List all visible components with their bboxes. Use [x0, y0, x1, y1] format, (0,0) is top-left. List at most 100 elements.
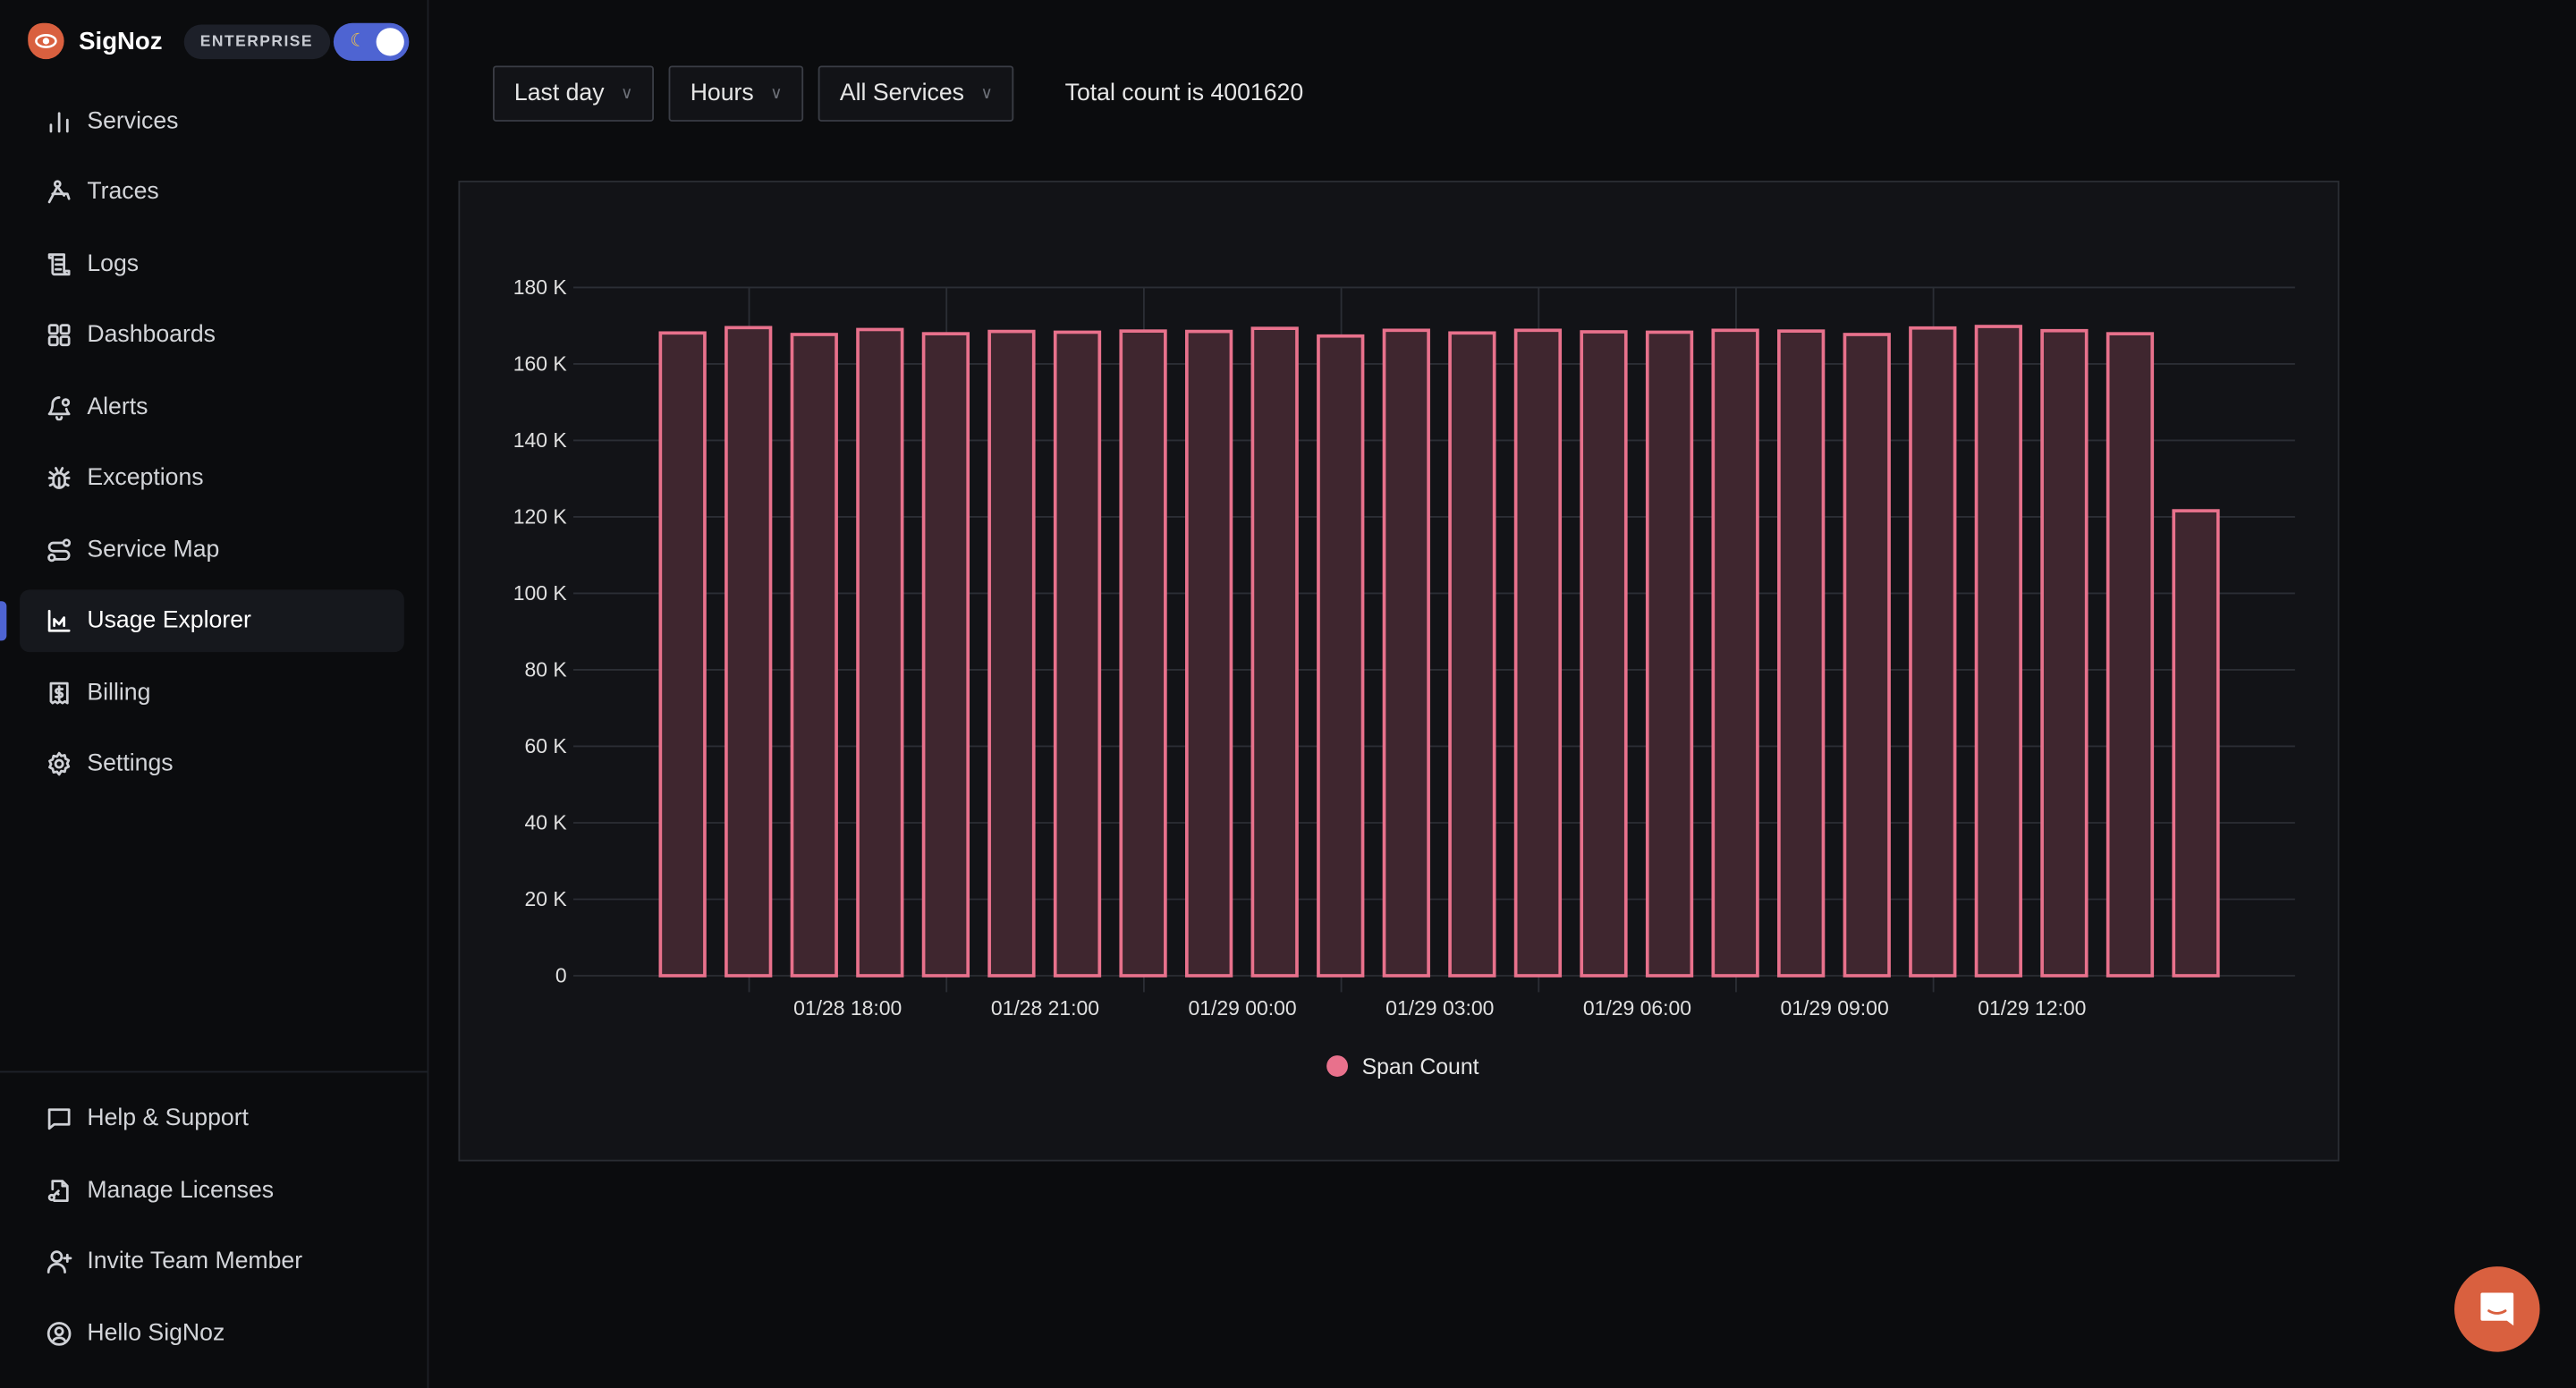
sidebar-item-label: Hello SigNoz: [87, 1320, 225, 1348]
bar-span-count[interactable]: [1580, 330, 1628, 978]
total-count: Total count is 4001620: [1064, 80, 1304, 107]
traces-icon: [45, 177, 74, 207]
bar-span-count[interactable]: [1777, 329, 1826, 978]
chart-card: 0 20 K 40 K 60 K 80 K 100 K 120 K 140 K 160 K 180…: [458, 181, 2340, 1162]
bar-span-count[interactable]: [1711, 328, 1759, 978]
sidebar-item-manage-licenses[interactable]: Manage Licenses: [20, 1160, 404, 1223]
y-tick-label: 80 K: [524, 657, 567, 681]
bar-span-count[interactable]: [1184, 329, 1233, 978]
sidebar-item-label: Alerts: [87, 394, 148, 421]
sidebar-item-alerts[interactable]: Alerts: [20, 377, 404, 439]
sidebar-item-label: Invite Team Member: [87, 1248, 303, 1275]
sidebar-item-label: Help & Support: [87, 1105, 249, 1132]
gear-icon: [45, 749, 74, 779]
sidebar-item-traces[interactable]: Traces: [20, 161, 404, 224]
bar-span-count[interactable]: [1119, 329, 1167, 978]
bar-chart-icon: [45, 106, 74, 136]
bar-span-count[interactable]: [856, 327, 904, 978]
sidebar-item-profile[interactable]: Hello SigNoz: [20, 1303, 404, 1366]
chevron-down-icon: ∨: [980, 84, 993, 103]
scroll-icon: [45, 250, 74, 279]
y-tick-label: 140 K: [513, 428, 568, 452]
brand[interactable]: SigNoz ENTERPRISE: [28, 21, 330, 61]
area-chart-icon: [45, 606, 74, 636]
granularity-select[interactable]: Hours ∨: [668, 65, 804, 122]
granularity-value: Hours: [690, 80, 754, 107]
y-tick-label: 40 K: [524, 810, 567, 834]
bell-icon: [45, 393, 74, 422]
toolbar: Last day ∨ Hours ∨ All Services ∨ Total …: [493, 65, 1304, 122]
user-circle-icon: [45, 1319, 74, 1349]
bar-span-count[interactable]: [790, 333, 838, 978]
moon-icon: ☾: [350, 30, 367, 51]
brand-name: SigNoz: [79, 27, 163, 55]
app: SigNoz ENTERPRISE ☾ Services Traces Logs…: [0, 0, 2576, 1388]
sidebar-item-label: Dashboards: [87, 321, 216, 349]
sidebar-item-service-map[interactable]: Service Map: [20, 519, 404, 581]
sidebar-item-dashboards[interactable]: Dashboards: [20, 304, 404, 367]
bar-span-count[interactable]: [1382, 328, 1430, 978]
sidebar-item-label: Traces: [87, 179, 159, 206]
sidebar-item-usage-explorer[interactable]: Usage Explorer: [20, 589, 404, 653]
legend-label[interactable]: Span Count: [1362, 1055, 1479, 1079]
file-key-icon: [45, 1176, 74, 1206]
sidebar-item-invite-team-member[interactable]: Invite Team Member: [20, 1231, 404, 1293]
route-icon: [45, 536, 74, 565]
y-tick-label: 0: [555, 963, 567, 986]
bar-span-count[interactable]: [921, 332, 970, 978]
sidebar-item-exceptions[interactable]: Exceptions: [20, 447, 404, 510]
message-icon: [45, 1104, 74, 1133]
bar-span-count[interactable]: [724, 326, 773, 978]
y-tick-label: 160 K: [513, 351, 568, 375]
theme-toggle[interactable]: ☾: [333, 22, 410, 61]
sidebar: SigNoz ENTERPRISE ☾ Services Traces Logs…: [0, 0, 429, 1388]
sidebar-item-label: Billing: [87, 680, 151, 707]
bug-icon: [45, 463, 74, 493]
bar-span-count[interactable]: [987, 329, 1036, 978]
sidebar-item-settings[interactable]: Settings: [20, 732, 404, 795]
y-tick-label: 180 K: [513, 275, 568, 299]
chevron-down-icon: ∨: [620, 84, 633, 103]
bar-span-count[interactable]: [658, 331, 707, 978]
bar-span-count[interactable]: [1974, 325, 2022, 978]
y-tick-label: 100 K: [513, 581, 568, 605]
service-select[interactable]: All Services ∨: [818, 65, 1014, 122]
user-plus-icon: [45, 1247, 74, 1276]
x-tick-label: 01/29 06:00: [1583, 996, 1691, 1020]
x-tick-label: 01/28 21:00: [991, 996, 1099, 1020]
legend-marker: [1326, 1055, 1349, 1077]
sidebar-item-label: Service Map: [87, 537, 220, 563]
chat-support-button[interactable]: [2454, 1266, 2540, 1352]
bar-span-count[interactable]: [1645, 330, 1694, 978]
active-indicator: [0, 601, 7, 641]
y-tick-label: 60 K: [524, 734, 567, 757]
sidebar-item-help-support[interactable]: Help & Support: [20, 1088, 404, 1150]
y-tick-label: 20 K: [524, 887, 567, 910]
bar-span-count[interactable]: [1053, 330, 1102, 978]
bar-span-count[interactable]: [1513, 328, 1563, 978]
bar-span-count[interactable]: [2172, 509, 2220, 978]
x-tick-label: 01/29 03:00: [1385, 996, 1494, 1020]
bar-span-count[interactable]: [1909, 326, 1957, 978]
chevron-down-icon: ∨: [770, 84, 783, 103]
x-tick-label: 01/29 09:00: [1781, 996, 1889, 1020]
chat-icon: [2480, 1292, 2514, 1326]
sidebar-item-label: Services: [87, 108, 179, 135]
y-tick-label: 120 K: [513, 504, 568, 528]
sidebar-item-services[interactable]: Services: [20, 90, 404, 153]
sidebar-item-label: Logs: [87, 251, 140, 278]
bar-span-count[interactable]: [1317, 334, 1365, 978]
enterprise-badge: ENTERPRISE: [183, 23, 330, 59]
sidebar-item-label: Usage Explorer: [87, 607, 251, 634]
sidebar-item-logs[interactable]: Logs: [20, 233, 404, 296]
bar-span-count[interactable]: [2106, 332, 2155, 978]
bar-span-count[interactable]: [1250, 326, 1299, 978]
service-value: All Services: [839, 80, 964, 107]
sidebar-item-label: Exceptions: [87, 464, 204, 492]
bar-span-count[interactable]: [2040, 328, 2089, 978]
bar-span-count[interactable]: [1843, 333, 1891, 978]
bar-span-count[interactable]: [1448, 331, 1496, 978]
usage-bar-chart: 0 20 K 40 K 60 K 80 K 100 K 120 K 140 K 160 K 180…: [513, 275, 2295, 1079]
sidebar-item-billing[interactable]: Billing: [20, 662, 404, 724]
time-range-select[interactable]: Last day ∨: [493, 65, 655, 122]
